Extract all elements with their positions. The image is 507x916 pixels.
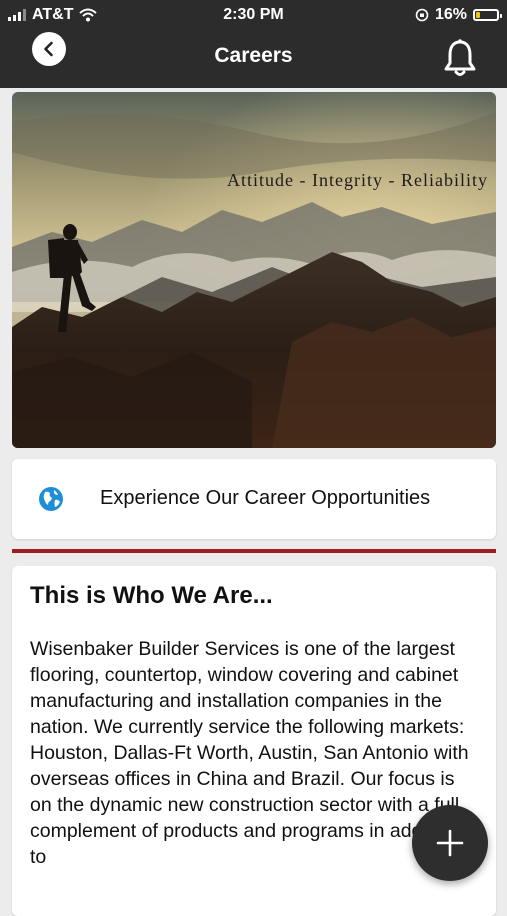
about-title: This is Who We Are... (30, 582, 273, 609)
add-button[interactable] (412, 805, 488, 881)
page-title: Careers (214, 44, 293, 67)
battery-percent: 16% (434, 6, 467, 23)
hero-motto: Attitude - Integrity - Reliability (227, 170, 488, 190)
globe-icon (39, 487, 63, 511)
status-bar: AT&T 2:30 PM 16% (0, 0, 507, 30)
career-opportunities-button[interactable]: Experience Our Career Opportunities (12, 459, 496, 539)
career-opportunities-label: Experience Our Career Opportunities (100, 487, 431, 509)
about-body: Wisenbaker Builder Services is one of th… (30, 638, 469, 868)
battery-icon (473, 9, 502, 21)
notifications-button[interactable] (441, 38, 479, 78)
mountain-hiker-image (12, 92, 496, 448)
app-header: AT&T 2:30 PM 16% Careers (0, 0, 507, 88)
hero-banner: Attitude - Integrity - Reliability (12, 92, 496, 448)
plus-icon (436, 829, 464, 857)
section-divider (12, 549, 496, 553)
orientation-lock-icon (415, 8, 429, 22)
bell-icon (444, 39, 476, 76)
